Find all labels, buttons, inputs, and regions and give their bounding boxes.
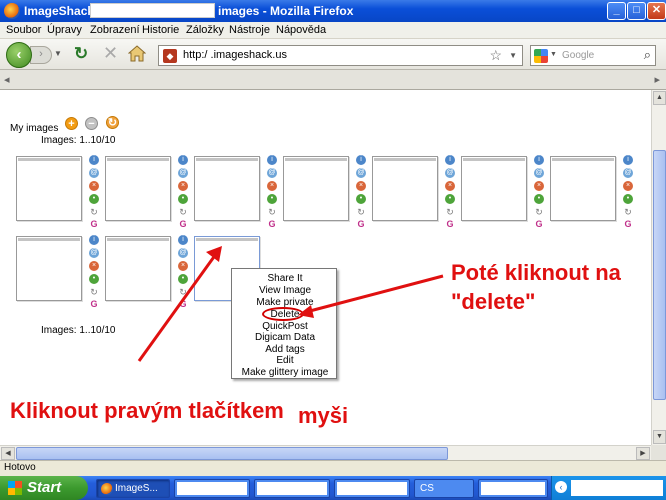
taskbar-item[interactable]	[334, 479, 410, 498]
scroll-up-icon[interactable]: ▲	[653, 91, 666, 105]
scroll-down-icon[interactable]: ▼	[653, 430, 666, 444]
scroll-left-icon[interactable]: ◀	[1, 447, 15, 460]
status-bar: Hotovo	[0, 460, 666, 476]
redacted-label	[481, 482, 545, 495]
redacted-label	[177, 482, 247, 495]
taskbar-item[interactable]	[478, 479, 548, 498]
scroll-right-icon[interactable]: ▶	[636, 447, 650, 460]
redacted-label	[337, 482, 407, 495]
arrow-to-thumbnail	[137, 253, 218, 362]
horizontal-scroll-thumb[interactable]	[16, 447, 448, 460]
tray-icon[interactable]: ‹	[555, 481, 567, 493]
windows-logo-icon	[8, 481, 22, 495]
taskbar-item[interactable]	[254, 479, 330, 498]
firefox-icon	[101, 483, 113, 495]
start-button[interactable]: Start	[0, 476, 88, 500]
taskbar-firefox-label: ImageS...	[115, 483, 158, 494]
taskbar-item[interactable]	[174, 479, 250, 498]
redacted-label	[257, 482, 327, 495]
arrowhead-thumbnail	[206, 246, 222, 262]
annotation-right-click-end: myši	[298, 403, 349, 428]
annotation-click-delete: Poté kliknout na "delete"	[451, 260, 621, 314]
cs-label: CS	[420, 483, 434, 494]
vertical-scroll-thumb[interactable]	[653, 150, 666, 400]
annotation-right-click: Kliknout pravým tlačítkem myši	[10, 396, 349, 428]
system-tray: ‹	[551, 476, 666, 500]
scroll-corner	[651, 445, 666, 460]
tray-redacted-box	[571, 480, 663, 496]
horizontal-scrollbar[interactable]: ◀ ▶	[0, 445, 651, 460]
taskbar-item-cs[interactable]: CS	[414, 479, 474, 498]
start-label: Start	[27, 479, 62, 496]
vertical-scrollbar[interactable]: ▲ ▼	[651, 90, 666, 445]
status-text: Hotovo	[4, 462, 36, 473]
taskbar-firefox[interactable]: ImageS...	[96, 479, 170, 498]
arrow-to-delete	[305, 274, 444, 314]
arrowhead-delete	[298, 305, 314, 318]
annotation-right-click-main: Kliknout pravým tlačítkem	[10, 398, 284, 423]
taskbar: Start ImageS... CS ‹	[0, 476, 666, 500]
